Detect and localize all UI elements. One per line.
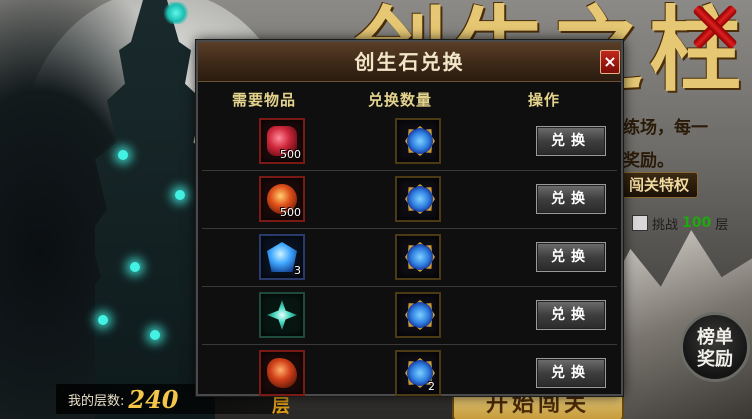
creation-stone-icon — [405, 300, 435, 330]
exchange-button[interactable]: 兑换 — [536, 126, 606, 156]
blue-crystal-icon — [267, 242, 297, 272]
reward-item-slot[interactable] — [395, 292, 441, 338]
challenge-suffix: 层 — [715, 217, 729, 233]
row-divider — [202, 170, 617, 171]
tower-beacon — [163, 2, 189, 24]
description-line: 奖励。 — [623, 151, 674, 171]
tower-light — [98, 315, 108, 325]
tower-light — [150, 330, 160, 340]
exchange-button[interactable]: 兑换 — [536, 300, 606, 330]
required-item-slot[interactable]: 500 — [259, 176, 305, 222]
exchange-button[interactable]: 兑换 — [536, 242, 606, 272]
my-floor-label: 我的层数: — [68, 393, 125, 409]
reward-item-slot[interactable] — [395, 234, 441, 280]
exchange-button[interactable]: 兑换 — [536, 358, 606, 388]
exchange-button[interactable]: 兑换 — [536, 184, 606, 214]
dialog-title: 创生石兑换 — [354, 50, 465, 74]
reward-item-count: 2 — [428, 380, 435, 393]
required-item-slot[interactable] — [259, 350, 305, 396]
reward-item-slot[interactable]: 2 — [395, 350, 441, 396]
required-item-slot[interactable]: 3 — [259, 234, 305, 280]
row-divider — [202, 228, 617, 229]
column-header-quantity: 兑换数量 — [368, 91, 433, 109]
privilege-button[interactable]: 闯关特权 — [620, 172, 698, 198]
tower-light — [118, 150, 128, 160]
column-header-required: 需要物品 — [232, 91, 297, 109]
tower-light — [130, 262, 140, 272]
rank-label-top: 榜单 — [697, 327, 733, 348]
challenge-prefix: 挑战 — [652, 217, 679, 233]
teal-rune-icon — [267, 300, 297, 330]
exchange-row: 兑换 — [202, 288, 617, 342]
exchange-row: 500 兑换 — [202, 114, 617, 168]
challenge-floor-count: 100 — [682, 215, 712, 231]
challenge-toggle[interactable]: 挑战 100 层 — [632, 212, 728, 234]
dialog-close-button[interactable]: × — [600, 50, 620, 74]
reward-item-slot[interactable] — [395, 176, 441, 222]
creation-stone-icon — [405, 126, 435, 156]
required-item-slot[interactable]: 500 — [259, 118, 305, 164]
checkbox[interactable] — [632, 215, 648, 231]
fire-ore-icon — [267, 358, 297, 388]
my-floor-value: 240 — [128, 384, 179, 414]
description-line: 练场，每一 — [623, 118, 708, 138]
creation-stone-icon — [405, 184, 435, 214]
column-header-action: 操作 — [528, 91, 561, 109]
exchange-row: 500 兑换 — [202, 172, 617, 226]
row-divider — [202, 344, 617, 345]
rank-label-bottom: 奖励 — [697, 349, 733, 370]
exchange-row: 2 兑换 — [202, 346, 617, 400]
exchange-dialog: 创生石兑换 × 需要物品 兑换数量 操作 500 兑换 500 兑换 3 兑换 … — [196, 40, 623, 396]
tower-light — [175, 190, 185, 200]
creation-stone-icon — [405, 242, 435, 272]
required-item-slot[interactable] — [259, 292, 305, 338]
rank-reward-button[interactable]: 榜单 奖励 — [680, 312, 750, 382]
required-item-count: 500 — [280, 206, 301, 219]
required-item-count: 3 — [294, 264, 301, 277]
close-icon[interactable] — [688, 2, 740, 50]
required-item-count: 500 — [280, 148, 301, 161]
exchange-row: 3 兑换 — [202, 230, 617, 284]
row-divider — [202, 286, 617, 287]
reward-item-slot[interactable] — [395, 118, 441, 164]
